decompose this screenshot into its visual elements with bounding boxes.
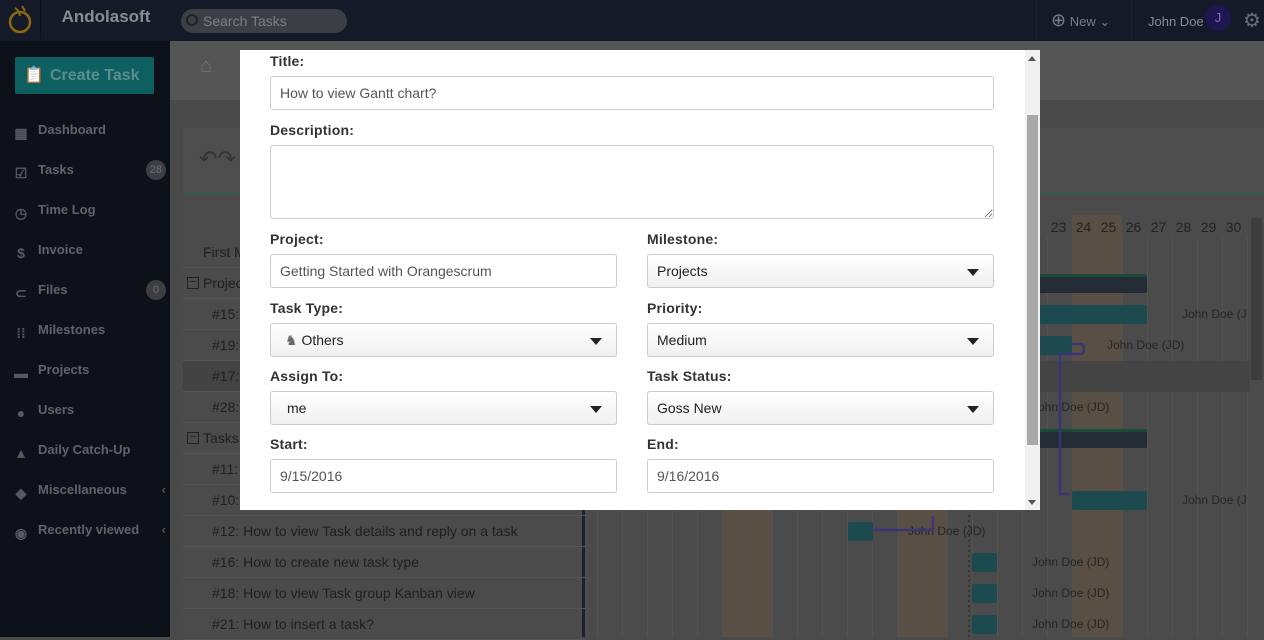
priority-select[interactable]: Medium	[647, 323, 994, 357]
sidebar-item-projects[interactable]: ▬ Projects	[12, 360, 170, 381]
user-name[interactable]: John Doe	[1148, 0, 1204, 43]
dashboard-icon: ▦	[14, 124, 28, 141]
start-label: Start:	[270, 436, 308, 452]
user-icon: ●	[16, 404, 26, 421]
logo-icon[interactable]	[0, 0, 41, 39]
undo-icon[interactable]: ↶	[199, 146, 217, 171]
sidebar-item-label: Recently viewed	[38, 522, 140, 537]
home-icon[interactable]: ⌂	[200, 55, 212, 78]
sidebar-item-label: Time Log	[38, 202, 96, 217]
sidebar-item-invoice[interactable]: $ Invoice	[12, 240, 170, 261]
clipboard-plus-icon: 📋	[24, 67, 44, 84]
brand-name: Andolasoft	[61, 7, 151, 26]
title-input[interactable]: How to view Gantt chart?	[270, 76, 994, 110]
avatar[interactable]: J	[1205, 5, 1231, 31]
tasks-icon: ☑	[14, 164, 28, 181]
sidebar-item-daily-catch-up[interactable]: ▲ Daily Catch-Up	[12, 440, 170, 461]
briefcase-icon: ▬	[14, 364, 28, 381]
layers-icon: ◆	[15, 484, 27, 501]
assign-to-select[interactable]: me	[270, 391, 617, 425]
assign-to-label: Assign To:	[270, 368, 344, 384]
sidebar-item-time-log[interactable]: ◷ Time Log	[12, 200, 170, 221]
gantt-task-row[interactable]: #18: How to view Task group Kanban view	[183, 578, 585, 609]
sidebar-item-users[interactable]: ● Users	[12, 400, 170, 421]
search-icon	[186, 14, 198, 26]
task-type-others-icon: ♞	[285, 332, 298, 348]
chevron-down-icon: ⌄	[1099, 14, 1111, 29]
plus-circle-icon: ⊕	[1051, 10, 1067, 30]
gantt-task-row[interactable]: #21: How to insert a task?	[183, 609, 585, 640]
bell-icon: ▲	[14, 444, 28, 461]
gantt-task-row[interactable]: #12: How to view Task details and reply …	[183, 516, 585, 547]
sidebar-item-miscellaneous[interactable]: ◆ Miscellaneous ‹	[12, 480, 170, 501]
sidebar-item-label: Invoice	[38, 242, 83, 257]
count-badge: 28	[145, 160, 166, 180]
caret-down-icon	[967, 406, 979, 413]
collapse-icon[interactable]: −	[187, 432, 199, 444]
sidebar-item-label: Daily Catch-Up	[38, 442, 131, 457]
task-status-select[interactable]: Goss New	[647, 391, 994, 425]
dependency-link	[873, 516, 935, 532]
gantt-scrollbar-thumb[interactable]	[1251, 218, 1262, 380]
caret-down-icon	[967, 269, 979, 276]
milestone-label: Milestone:	[647, 231, 719, 247]
sidebar-item-label: Files	[38, 282, 68, 297]
search-input[interactable]: Search Tasks	[181, 9, 347, 33]
collapse-icon[interactable]: −	[187, 277, 199, 289]
clock-icon: ◷	[14, 204, 28, 221]
edit-task-modal: Title: How to view Gantt chart? Descript…	[240, 50, 1040, 510]
chevron-left-icon: ‹	[161, 482, 166, 497]
milestone-select[interactable]: Projects	[647, 254, 994, 288]
sidebar-item-label: Dashboard	[38, 122, 106, 137]
sidebar-item-files[interactable]: ⊂ Files 0	[12, 280, 170, 301]
scroll-up-icon[interactable]	[1028, 56, 1036, 61]
caret-down-icon	[590, 338, 602, 345]
caret-down-icon	[967, 338, 979, 345]
end-label: End:	[647, 436, 679, 452]
sidebar-item-label: Users	[38, 402, 75, 417]
scroll-down-icon[interactable]	[1028, 500, 1036, 505]
count-badge: 0	[146, 280, 166, 300]
sidebar-item-tasks[interactable]: ☑ Tasks 28	[12, 160, 170, 181]
modal-scrollbar-thumb[interactable]	[1027, 115, 1038, 445]
paperclip-icon: ⊂	[15, 284, 27, 301]
priority-label: Priority:	[647, 300, 703, 316]
description-textarea[interactable]	[270, 145, 994, 219]
sidebar-item-dashboard[interactable]: ▦ Dashboard	[12, 120, 170, 141]
project-input[interactable]: Getting Started with Orangescrum	[270, 254, 617, 288]
task-status-label: Task Status:	[647, 368, 732, 384]
new-button[interactable]: ⊕ New ⌄	[1036, 0, 1132, 41]
create-task-button[interactable]: 📋 Create Task	[15, 57, 154, 94]
start-date-input[interactable]: 9/15/2016	[270, 459, 617, 493]
sidebar-item-milestones[interactable]: ⁞⁞ Milestones	[12, 320, 170, 341]
dependency-link	[1058, 342, 1086, 496]
chevron-left-icon: ‹	[161, 522, 166, 537]
title-label: Title:	[270, 53, 305, 69]
end-date-input[interactable]: 9/16/2016	[647, 459, 994, 493]
task-type-select[interactable]: ♞ Others	[270, 323, 617, 357]
sidebar-item-label: Tasks	[38, 162, 74, 177]
sidebar-item-recently-viewed[interactable]: ◉ Recently viewed ‹	[12, 520, 170, 541]
milestones-icon: ⁞⁞	[16, 324, 26, 341]
sidebar-item-label: Milestones	[38, 322, 106, 337]
sidebar-item-label: Projects	[38, 362, 90, 377]
task-type-label: Task Type:	[270, 300, 344, 316]
caret-down-icon	[590, 406, 602, 413]
invoice-icon: $	[17, 244, 25, 261]
redo-icon[interactable]: ↷	[217, 146, 235, 171]
eye-icon: ◉	[14, 524, 28, 541]
project-label: Project:	[270, 231, 324, 247]
gantt-task-row[interactable]: #16: How to create new task type	[183, 547, 585, 578]
description-label: Description:	[270, 122, 355, 138]
sidebar-item-label: Miscellaneous	[38, 482, 127, 497]
gear-icon[interactable]: ⚙	[1243, 8, 1261, 33]
